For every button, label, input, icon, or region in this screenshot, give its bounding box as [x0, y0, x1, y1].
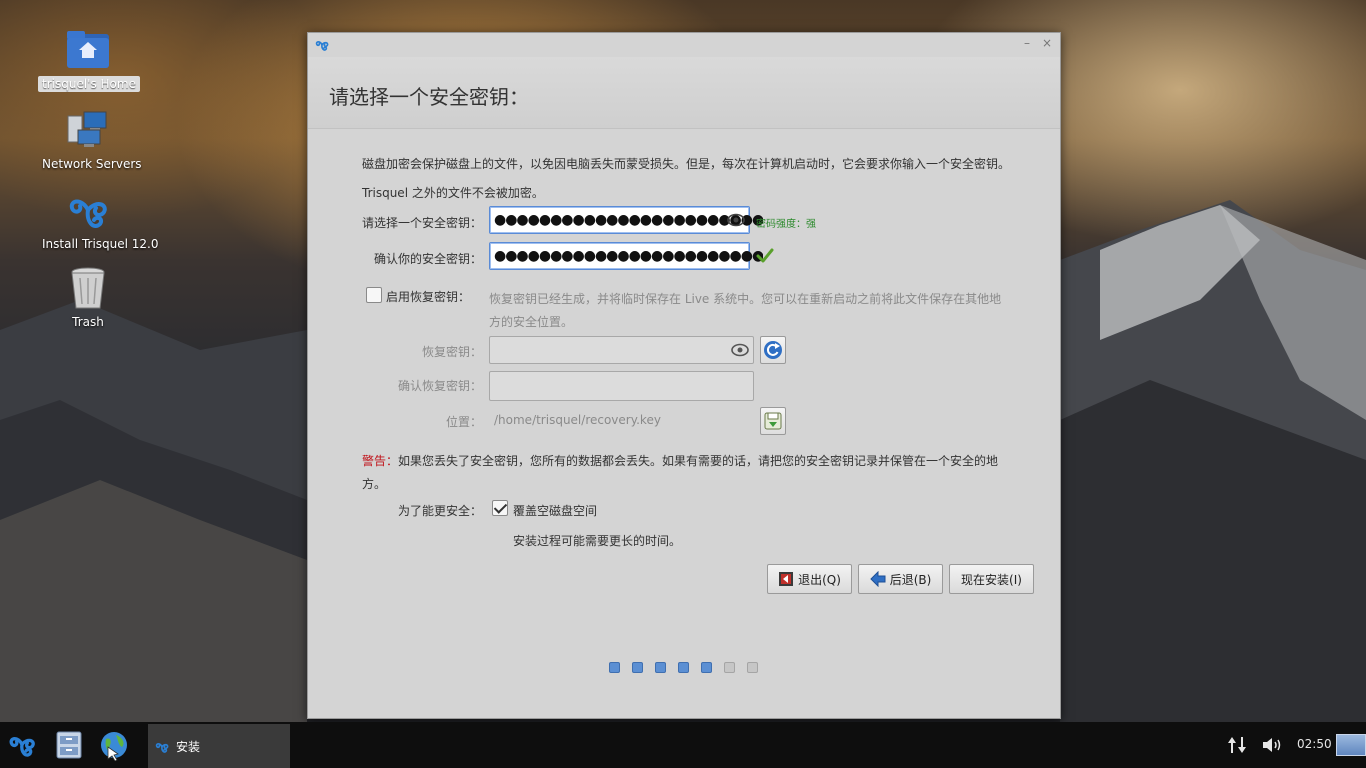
- volume-icon[interactable]: [1262, 736, 1284, 754]
- security-key-label: 请选择一个安全密钥：: [361, 216, 482, 230]
- trisquel-menu-icon[interactable]: [6, 729, 38, 761]
- close-button[interactable]: ×: [1040, 36, 1054, 50]
- progress-step: [747, 662, 758, 673]
- warning-prefix: 警告：: [362, 454, 399, 468]
- trisquel-logo-icon: [155, 743, 169, 753]
- enable-recovery-checkbox[interactable]: [366, 287, 382, 303]
- security-key-field[interactable]: ●●●●●●●●●●●●●●●●●●●●●●●●: [489, 206, 763, 234]
- recovery-description-1: 恢复密钥已经生成，并将临时保存在 Live 系统中。您可以在重新启动之前将此文件…: [489, 292, 1002, 306]
- intro-text-1: 磁盘加密会保护磁盘上的文件，以免因电脑丢失而蒙受损失。但是，每次在计算机启动时，…: [362, 157, 1011, 171]
- save-file-icon: [764, 412, 782, 430]
- quit-button[interactable]: 退出(Q): [767, 564, 852, 594]
- show-password-icon[interactable]: [727, 212, 745, 228]
- page-title: 请选择一个安全密钥：: [329, 85, 529, 109]
- network-servers-icon: [64, 108, 112, 154]
- refresh-icon: [764, 341, 782, 359]
- regenerate-recovery-key-button[interactable]: [760, 336, 786, 364]
- trash-icon: [64, 266, 112, 312]
- progress-step: [678, 662, 689, 673]
- quit-icon: [779, 572, 794, 586]
- recovery-confirm-label: 确认恢复密钥：: [397, 379, 482, 393]
- back-button-label: 后退(B): [889, 572, 932, 587]
- window-titlebar[interactable]: – ×: [308, 33, 1060, 57]
- desktop-icon-install[interactable]: Install Trisquel 12.0: [38, 188, 159, 252]
- overwrite-disk-label: 覆盖空磁盘空间: [513, 504, 598, 518]
- warning-text-1: 如果您丢失了安全密钥，您所有的数据都会丢失。如果有需要的话，请把您的安全密钥记录…: [398, 454, 999, 468]
- recovery-confirm-field[interactable]: [489, 371, 754, 401]
- progress-step: [724, 662, 735, 673]
- recovery-key-field[interactable]: [489, 336, 754, 364]
- desktop-icon-home[interactable]: trisquel's Home: [38, 28, 140, 92]
- install-now-button-label: 现在安装(I): [961, 572, 1022, 587]
- intro-text-2: Trisquel 之外的文件不会被加密。: [362, 186, 544, 200]
- overwrite-disk-checkbox[interactable]: [492, 500, 508, 516]
- desktop-icon-label: trisquel's Home: [38, 76, 140, 92]
- warning-text-2: 方。: [362, 477, 387, 491]
- trisquel-logo-icon: [315, 41, 329, 51]
- home-folder-icon: [64, 28, 112, 74]
- web-browser-icon[interactable]: [98, 729, 130, 761]
- match-check-icon: [756, 248, 774, 263]
- password-strength: 密码强度：强: [756, 219, 816, 230]
- file-manager-icon[interactable]: [53, 729, 85, 761]
- security-option-label: 为了能更安全：: [397, 504, 482, 518]
- show-desktop-icon[interactable]: [1336, 734, 1366, 756]
- task-installer[interactable]: 安装: [148, 724, 290, 768]
- enable-recovery-label: 启用恢复密钥：: [386, 290, 471, 304]
- recovery-key-label: 恢复密钥：: [421, 345, 482, 359]
- confirm-key-field[interactable]: ●●●●●●●●●●●●●●●●●●●●●●●●: [489, 242, 763, 270]
- network-icon[interactable]: [1227, 736, 1247, 754]
- desktop-icon-label: Install Trisquel 12.0: [42, 237, 159, 251]
- desktop-icon-network-servers[interactable]: Network Servers: [38, 108, 142, 172]
- back-button[interactable]: 后退(B): [858, 564, 943, 594]
- location-value: /home/trisquel/recovery.key: [494, 413, 661, 427]
- desktop-icon-trash[interactable]: Trash: [38, 266, 138, 330]
- recovery-description-2: 方的安全位置。: [489, 315, 574, 329]
- location-label: 位置：: [445, 415, 482, 429]
- taskbar: 安装 02:50: [0, 722, 1366, 768]
- clock[interactable]: 02:50: [1297, 737, 1332, 751]
- installer-window: – × 请选择一个安全密钥： 磁盘加密会保护磁盘上的文件，以免因电脑丢失而蒙受损…: [307, 32, 1061, 719]
- page-header: 请选择一个安全密钥：: [308, 57, 1060, 129]
- task-label: 安装: [176, 740, 201, 754]
- desktop-icon-label: Network Servers: [42, 157, 142, 171]
- confirm-key-label: 确认你的安全密钥：: [373, 252, 482, 266]
- install-now-button[interactable]: 现在安装(I): [949, 564, 1034, 594]
- security-key-value: ●●●●●●●●●●●●●●●●●●●●●●●●: [494, 212, 764, 228]
- progress-step: [701, 662, 712, 673]
- minimize-button[interactable]: –: [1020, 36, 1034, 50]
- confirm-key-value: ●●●●●●●●●●●●●●●●●●●●●●●●: [494, 248, 764, 264]
- back-arrow-icon: [869, 571, 886, 587]
- progress-step: [609, 662, 620, 673]
- trisquel-logo-icon: [64, 188, 112, 234]
- progress-step: [632, 662, 643, 673]
- overwrite-note: 安装过程可能需要更长的时间。: [513, 534, 682, 548]
- quit-button-label: 退出(Q): [798, 572, 841, 587]
- choose-location-button[interactable]: [760, 407, 786, 435]
- progress-step: [655, 662, 666, 673]
- show-recovery-key-icon[interactable]: [731, 342, 749, 358]
- desktop-icon-label: Trash: [72, 315, 104, 329]
